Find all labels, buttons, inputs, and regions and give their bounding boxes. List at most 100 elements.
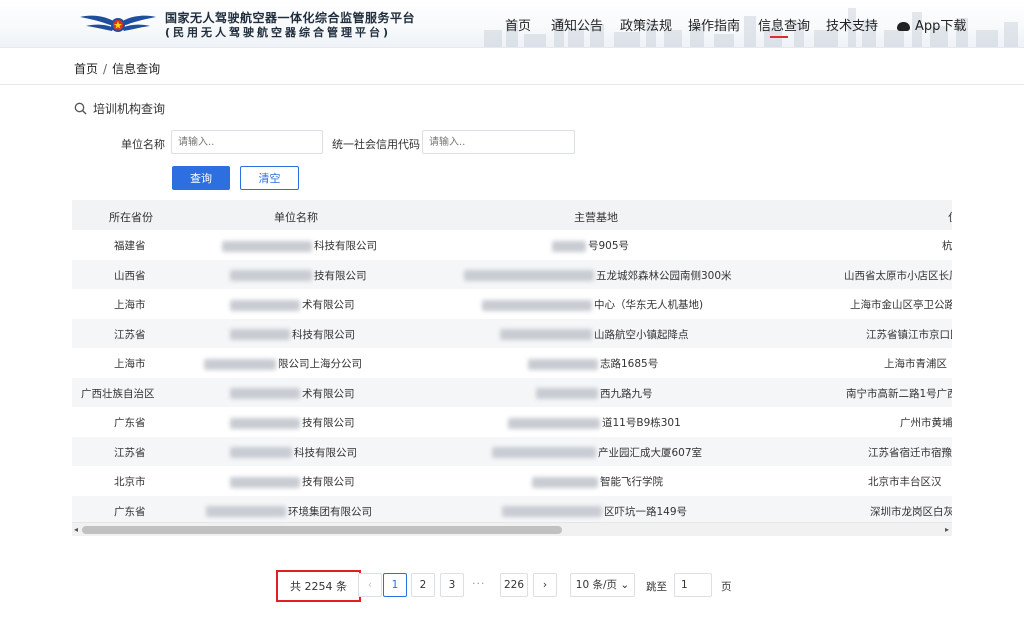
redacted-mask (492, 447, 596, 458)
table-row[interactable]: 江苏省 科技有限公司 产业园汇成大厦607室 江苏省宿迁市宿豫 (72, 436, 952, 466)
cell-province: 江苏省 (114, 328, 146, 341)
cell-address: 深圳市龙岗区白灰 (870, 505, 952, 518)
redacted-mask (500, 329, 592, 340)
redacted-mask (230, 329, 290, 340)
cell-unit-text: 科技有限公司 (292, 328, 355, 341)
cell-address: 杭 (942, 240, 952, 252)
cell-base-text: 山路航空小镇起降点 (594, 328, 689, 341)
cell-unit-text: 环境集团有限公司 (288, 505, 372, 518)
section-title: 培训机构查询 (74, 100, 165, 117)
cell-unit: 科技有限公司 (230, 327, 355, 342)
cell-base: 产业园汇成大厦607室 (492, 445, 702, 460)
chevron-down-icon: ⌄ (620, 579, 630, 591)
cell-unit: 技有限公司 (230, 474, 355, 489)
cell-province: 广东省 (114, 417, 146, 429)
nav-notices[interactable]: 通知公告 (551, 15, 603, 34)
redacted-mask (502, 506, 602, 517)
last-page-button[interactable]: 226 (500, 573, 529, 597)
prev-page-button[interactable]: ‹ (358, 573, 382, 597)
redacted-mask (528, 358, 598, 370)
nav-guide[interactable]: 操作指南 (688, 15, 740, 34)
cell-base: 山路航空小镇起降点 (500, 327, 689, 342)
breadcrumb-home[interactable]: 首页 (74, 62, 98, 76)
nav-tech-support[interactable]: 技术支持 (826, 15, 878, 34)
cell-unit: 限公司上海分公司 (204, 356, 362, 371)
breadcrumb-current: 信息查询 (112, 62, 161, 76)
cell-base-text: 道11号B9栋301 (602, 417, 681, 429)
redacted-mask (508, 417, 600, 429)
cell-unit-text: 术有限公司 (302, 387, 355, 400)
nav-info-query[interactable]: 信息查询 (758, 15, 810, 34)
cell-base: 区吓坑一路149号 (502, 504, 687, 519)
table-row[interactable]: 山西省 技有限公司 五龙城郊森林公园南侧300米 山西省太原市小店区长风 (72, 259, 952, 289)
cell-address: 北京市丰台区汉 (868, 476, 942, 488)
nav-active-underline (770, 36, 788, 38)
cell-address: 上海市金山区亭卫公路 (850, 299, 952, 311)
table-row[interactable]: 上海市 限公司上海分公司 志路1685号 上海市青浦区 (72, 348, 952, 378)
table-row[interactable]: 福建省 科技有限公司 号905号 杭 (72, 230, 952, 260)
top-header: 国家无人驾驶航空器一体化综合监管服务平台 (民用无人驾驶航空器综合管理平台) 首… (0, 0, 1024, 48)
jump-label: 跳至 (646, 581, 667, 593)
cell-province: 山西省 (114, 269, 146, 282)
pagination-ellipsis[interactable]: ··· (472, 577, 486, 590)
credit-code-label: 统一社会信用代码 (332, 138, 420, 151)
redacted-mask (230, 388, 300, 399)
next-page-button[interactable]: › (533, 573, 557, 597)
cell-unit: 科技有限公司 (222, 238, 377, 253)
page-size-select[interactable]: 10 条/页 ⌄ (570, 573, 635, 597)
unit-name-label: 单位名称 (121, 138, 165, 151)
table-horizontal-scrollbar[interactable]: ◂ ▸ (72, 522, 952, 536)
page-2-button[interactable]: 2 (411, 573, 435, 597)
training-org-table: 所在省份 单位名称 主营基地 住 福建省 科技有限公司 号905号 杭 山西省 … (72, 200, 952, 538)
table-row[interactable]: 科技有限公司 江苏省 山路航空小镇起降点 江苏省镇江市京口区 (72, 318, 952, 348)
clear-button[interactable]: 清空 (240, 166, 299, 190)
table-row[interactable]: 北京市 技有限公司 智能飞行学院 北京市丰台区汉 (72, 466, 952, 496)
nav-app-download-label: App下载 (915, 19, 967, 34)
cell-unit: 科技有限公司 (230, 445, 357, 460)
page-1-button[interactable]: 1 (383, 573, 407, 597)
jump-unit: 页 (721, 581, 732, 593)
redacted-mask (230, 417, 300, 429)
divider (0, 84, 1024, 85)
cell-address: 广州市黄埔区 (900, 417, 952, 429)
nav-policies[interactable]: 政策法规 (620, 15, 672, 34)
redacted-mask (536, 388, 598, 399)
jump-page-input[interactable] (674, 573, 712, 597)
cell-base-text: 区吓坑一路149号 (604, 505, 688, 518)
cell-province: 北京市 (114, 476, 146, 488)
cell-base: 号905号 (552, 238, 629, 253)
redacted-mask (532, 476, 598, 488)
cell-province: 上海市 (114, 299, 146, 311)
cell-unit-text: 科技有限公司 (314, 240, 377, 252)
table-row[interactable]: 广西壮族自治区 术有限公司 西九路九号 南宁市高新二路1号广西 (72, 377, 952, 407)
cell-address: 上海市青浦区 (884, 358, 947, 370)
cell-base: 五龙城郊森林公园南侧300米 (464, 268, 732, 283)
cell-unit: 术有限公司 (230, 386, 355, 401)
col-address: 住 (948, 209, 952, 225)
table-row[interactable]: 上海市 术有限公司 中心（华东无人机基地) 上海市金山区亭卫公路 (72, 289, 952, 319)
col-unit-name: 单位名称 (274, 211, 318, 224)
scroll-left-arrow-icon[interactable]: ◂ (74, 525, 78, 534)
page-3-button[interactable]: 3 (440, 573, 464, 597)
cell-unit-text: 技有限公司 (302, 476, 355, 488)
platform-subtitle: (民用无人驾驶航空器综合管理平台) (165, 26, 392, 39)
scrollbar-thumb[interactable] (82, 526, 562, 534)
redacted-mask (482, 299, 592, 311)
table-row[interactable]: 广东省 环境集团有限公司 区吓坑一路149号 深圳市龙岗区白灰 (72, 495, 952, 525)
redacted-mask (206, 506, 286, 517)
scroll-right-arrow-icon[interactable]: ▸ (945, 525, 949, 534)
redacted-mask (222, 240, 312, 252)
query-button[interactable]: 查询 (172, 166, 230, 190)
unit-name-input[interactable] (171, 130, 323, 154)
search-icon (74, 102, 87, 115)
cell-unit-text: 术有限公司 (302, 299, 355, 311)
cell-province: 福建省 (114, 240, 146, 252)
credit-code-input[interactable] (422, 130, 575, 154)
cell-address: 江苏省宿迁市宿豫 (868, 446, 952, 459)
table-row[interactable]: 广东省 技有限公司 道11号B9栋301 广州市黄埔区 (72, 407, 952, 437)
cell-province: 上海市 (114, 358, 146, 370)
caac-wings-logo (80, 15, 156, 32)
cell-base-text: 西九路九号 (600, 387, 653, 400)
nav-app-download[interactable]: App下载 (897, 15, 966, 34)
nav-home[interactable]: 首页 (505, 15, 531, 34)
